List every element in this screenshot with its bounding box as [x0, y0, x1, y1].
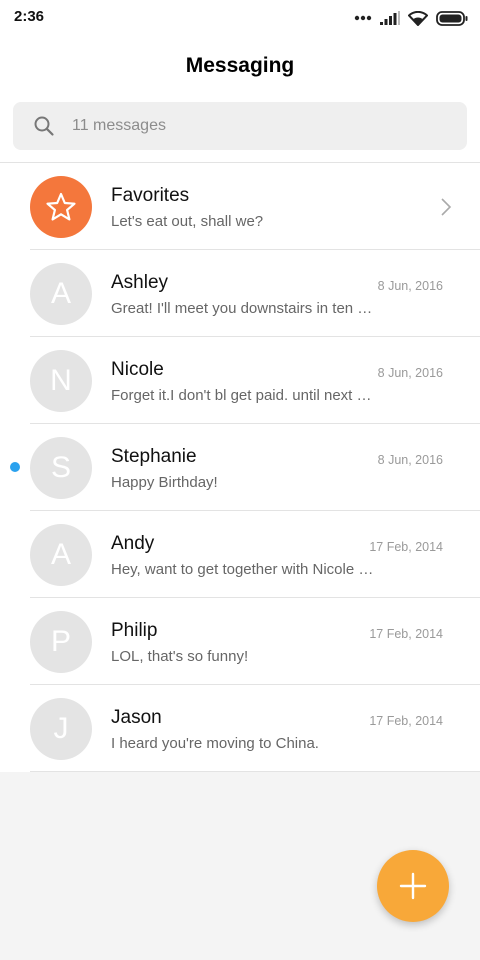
conversation-preview: Hey, want to get together with Nicole …	[111, 561, 374, 578]
avatar: P	[30, 611, 92, 673]
favorites-row[interactable]: Favorites Let's eat out, shall we?	[0, 163, 480, 250]
conversation-row[interactable]: A Andy 17 Feb, 2014 Hey, want to get tog…	[0, 511, 480, 598]
conversation-preview: Let's eat out, shall we?	[111, 213, 264, 230]
status-time: 2:36	[14, 8, 45, 25]
conversation-preview: Happy Birthday!	[111, 474, 218, 491]
conversation-name: Philip	[111, 620, 158, 641]
row-divider	[30, 771, 480, 772]
plus-icon	[399, 872, 427, 900]
avatar: J	[30, 698, 92, 760]
more-dots-icon	[354, 15, 372, 21]
avatar: A	[30, 524, 92, 586]
conversation-row[interactable]: P Philip 17 Feb, 2014 LOL, that's so fun…	[0, 598, 480, 685]
conversation-preview: Great! I'll meet you downstairs in ten …	[111, 300, 373, 317]
messaging-screen: Messaging 11 messages Favorites Let's ea…	[0, 34, 480, 772]
conversation-preview: I heard you're moving to China.	[111, 735, 319, 752]
conversation-date: 8 Jun, 2016	[377, 279, 443, 293]
page-title: Messaging	[185, 54, 295, 77]
conversation-name: Jason	[111, 707, 162, 728]
search-icon	[34, 116, 54, 136]
conversation-date: 8 Jun, 2016	[377, 366, 443, 380]
favorites-avatar	[30, 176, 92, 238]
avatar: S	[30, 437, 92, 499]
conversation-name: Favorites	[111, 185, 190, 206]
conversation-row[interactable]: N Nicole 8 Jun, 2016 Forget it.I don't b…	[0, 337, 480, 424]
conversation-name: Stephanie	[111, 446, 197, 467]
conversation-date: 17 Feb, 2014	[369, 540, 443, 554]
star-icon	[46, 192, 76, 221]
conversation-date: 8 Jun, 2016	[377, 453, 443, 467]
search-input[interactable]: 11 messages	[13, 102, 467, 150]
new-message-button[interactable]	[377, 850, 449, 922]
conversation-name: Andy	[111, 533, 155, 554]
status-bar: 2:36	[0, 0, 480, 34]
conversation-date: 17 Feb, 2014	[369, 714, 443, 728]
chevron-right-icon	[441, 198, 452, 216]
conversation-preview: LOL, that's so funny!	[111, 648, 249, 665]
signal-icon	[380, 11, 400, 25]
wifi-icon	[408, 10, 428, 26]
avatar: A	[30, 263, 92, 325]
conversation-row[interactable]: A Ashley 8 Jun, 2016 Great! I'll meet yo…	[0, 250, 480, 337]
conversation-row[interactable]: S Stephanie 8 Jun, 2016 Happy Birthday!	[0, 424, 480, 511]
search-placeholder: 11 messages	[72, 117, 166, 134]
conversation-row[interactable]: J Jason 17 Feb, 2014 I heard you're movi…	[0, 685, 480, 772]
avatar: N	[30, 350, 92, 412]
battery-icon	[436, 10, 468, 26]
status-icons	[354, 9, 468, 27]
conversation-name: Ashley	[111, 272, 169, 293]
conversation-name: Nicole	[111, 359, 164, 380]
conversation-date: 17 Feb, 2014	[369, 627, 443, 641]
conversation-preview: Forget it.I don't bl get paid. until nex…	[111, 387, 372, 404]
unread-indicator	[10, 462, 20, 472]
